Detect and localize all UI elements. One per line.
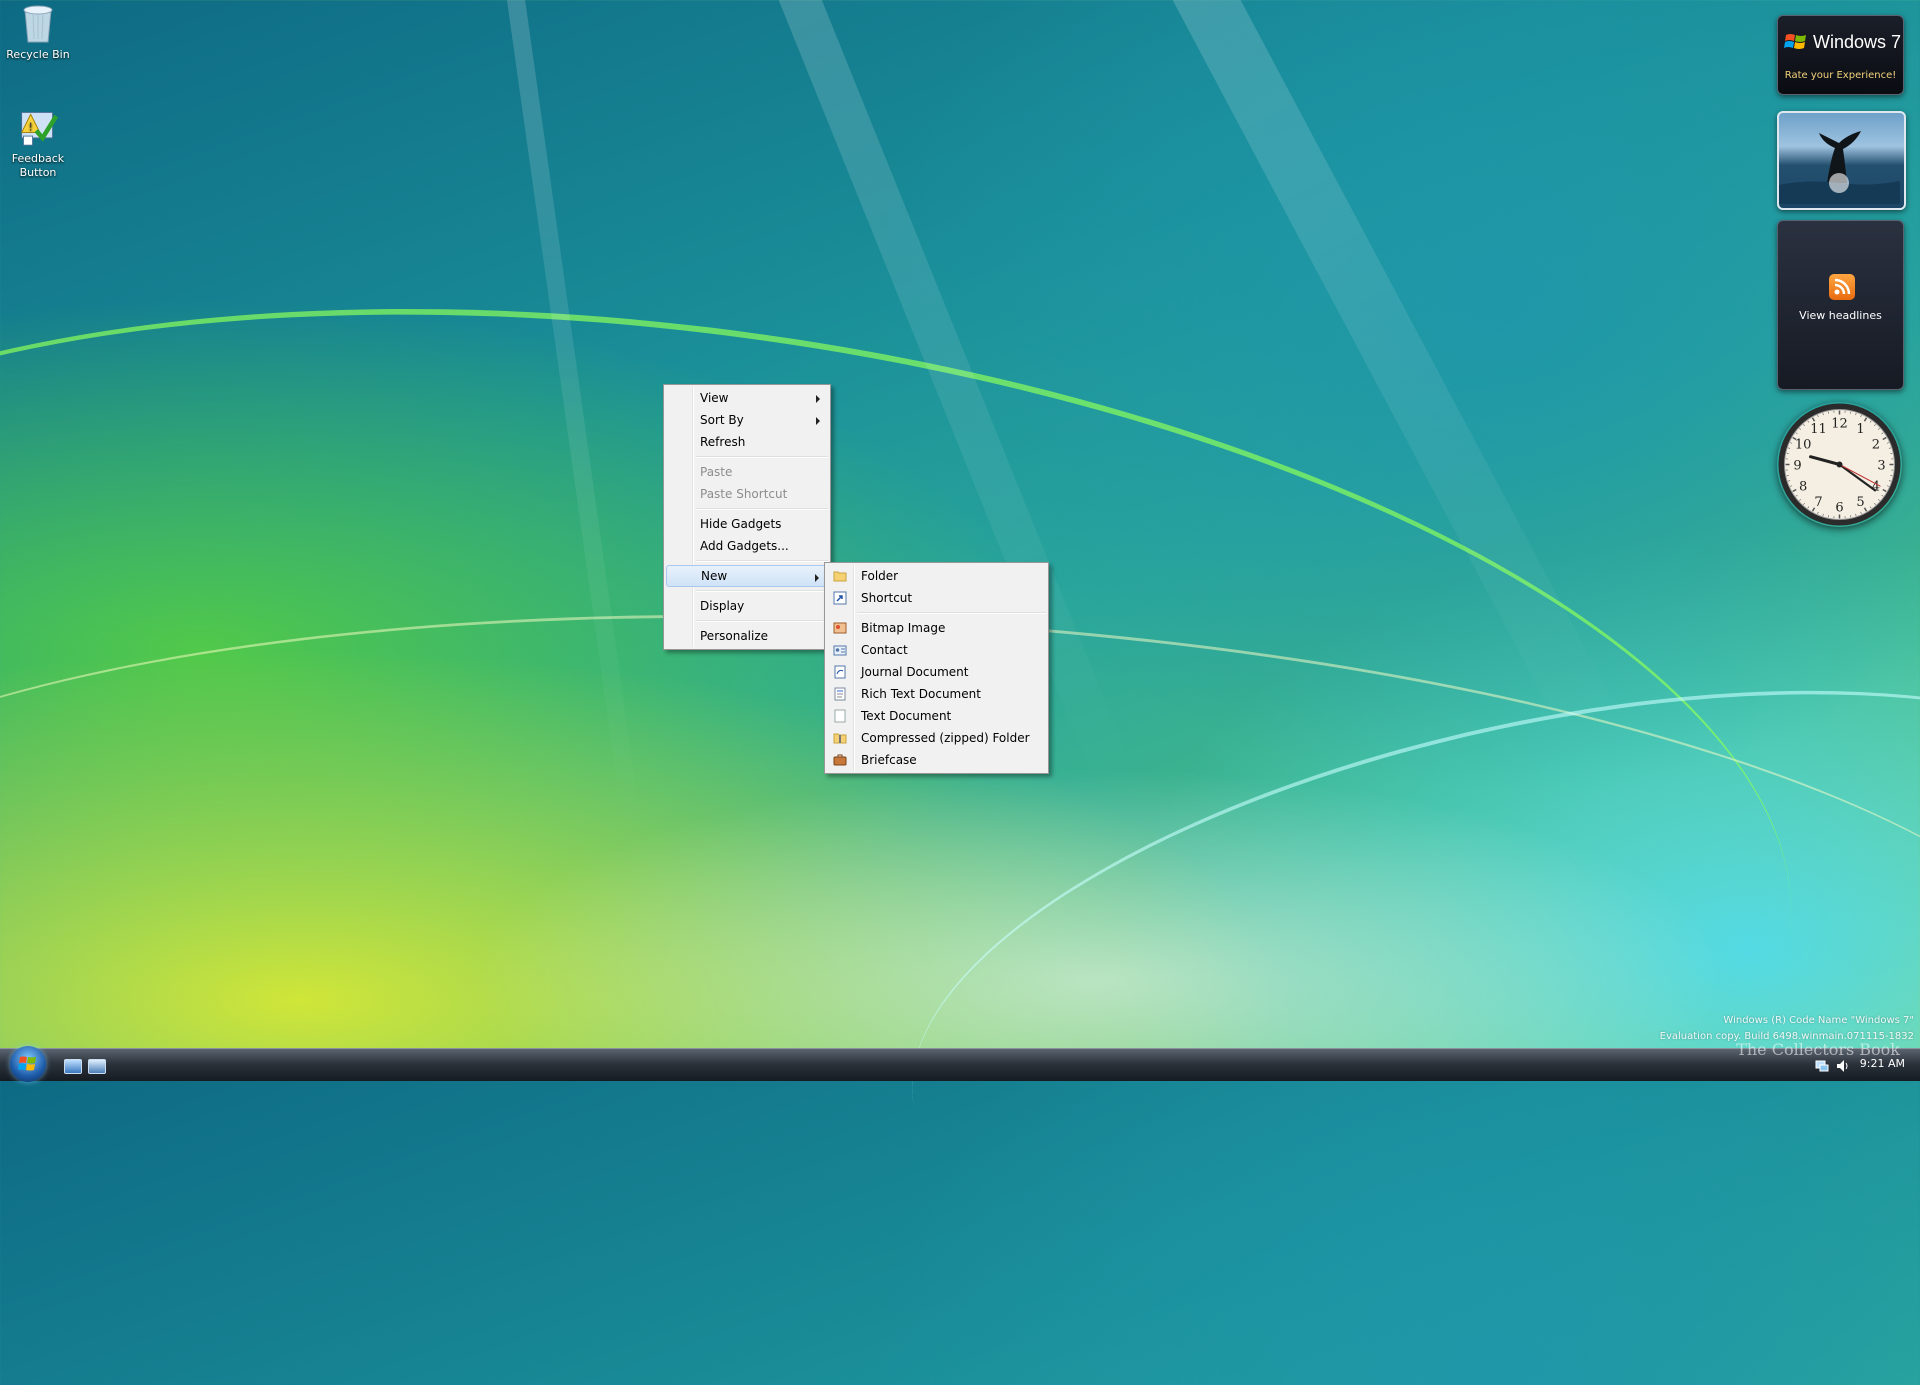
rich-text-icon (833, 687, 847, 701)
show-desktop-icon[interactable] (64, 1059, 82, 1074)
menu-item-paste-shortcut[interactable]: Paste Shortcut (666, 483, 828, 505)
menu-item-label: Personalize (700, 629, 768, 643)
new-item-journal-document[interactable]: Journal Document (827, 661, 1046, 683)
windows-flag-icon (1784, 30, 1808, 54)
new-item-bitmap-image[interactable]: Bitmap Image (827, 617, 1046, 639)
briefcase-icon (833, 753, 847, 767)
menu-separator (696, 560, 828, 562)
new-submenu: Folder Shortcut Bitmap Image Contact Journal… (824, 562, 1049, 774)
start-button[interactable] (10, 1046, 46, 1082)
menu-item-sort-by[interactable]: Sort By (666, 409, 828, 431)
new-item-briefcase[interactable]: Briefcase (827, 749, 1046, 771)
taskbar-clock[interactable]: 9:21 AM (1860, 1057, 1905, 1070)
menu-item-label: Add Gadgets... (700, 539, 789, 553)
menu-separator (857, 612, 1046, 614)
menu-item-label: Refresh (700, 435, 745, 449)
new-item-rich-text-document[interactable]: Rich Text Document (827, 683, 1046, 705)
menu-separator (696, 620, 828, 622)
menu-item-label: Text Document (861, 709, 951, 723)
clock-numeral: 9 (1793, 459, 1801, 474)
menu-item-view[interactable]: View (666, 387, 828, 409)
menu-item-label: Display (700, 599, 744, 613)
clock-center (1837, 462, 1843, 468)
zip-folder-icon (833, 731, 847, 745)
svg-text:!: ! (29, 121, 33, 134)
menu-separator (696, 508, 828, 510)
whale-tail-image (1779, 113, 1900, 204)
clock-numeral: 10 (1795, 438, 1812, 453)
slideshow-gadget[interactable] (1777, 111, 1906, 210)
gadget-subtitle[interactable]: Rate your Experience! (1778, 70, 1903, 81)
view-headlines-label[interactable]: View headlines (1778, 309, 1903, 322)
bitmap-icon (833, 621, 847, 635)
new-item-text-document[interactable]: Text Document (827, 705, 1046, 727)
menu-item-label: Paste (700, 465, 732, 479)
menu-item-label: Compressed (zipped) Folder (861, 731, 1030, 745)
menu-item-label: Contact (861, 643, 908, 657)
menu-item-label: New (701, 569, 727, 583)
gadget-title: Windows 7 (1813, 32, 1901, 53)
menu-item-label: Folder (861, 569, 898, 583)
new-item-contact[interactable]: Contact (827, 639, 1046, 661)
menu-item-display[interactable]: Display (666, 595, 828, 617)
network-icon[interactable] (1815, 1059, 1829, 1073)
text-document-icon (833, 709, 847, 723)
menu-item-label: Bitmap Image (861, 621, 945, 635)
new-item-shortcut[interactable]: Shortcut (827, 587, 1046, 609)
analog-clock: 121234567891011 (1777, 402, 1902, 527)
clock-numeral: 7 (1814, 495, 1822, 510)
clock-numeral: 12 (1831, 417, 1848, 432)
clock-numeral: 6 (1835, 501, 1843, 516)
volume-icon[interactable] (1835, 1058, 1851, 1074)
desktop-icon-label: Recycle Bin (1, 48, 75, 62)
clock-numeral: 8 (1799, 480, 1807, 495)
build-watermark-line1: Windows (R) Code Name "Windows 7" (1723, 1015, 1914, 1026)
menu-separator (696, 590, 828, 592)
clock-numeral: 2 (1872, 438, 1880, 453)
recycle-bin-icon (18, 2, 58, 44)
windows-flag-icon (10, 1046, 46, 1082)
desktop-context-menu: View Sort By Refresh Paste Paste Shortcut Hid… (663, 384, 831, 650)
clock-numeral: 11 (1810, 422, 1827, 437)
menu-item-hide-gadgets[interactable]: Hide Gadgets (666, 513, 828, 535)
menu-item-label: Sort By (700, 413, 744, 427)
clock-numeral: 1 (1856, 422, 1864, 437)
menu-item-paste[interactable]: Paste (666, 461, 828, 483)
desktop-icon-recycle-bin[interactable]: Recycle Bin (1, 2, 75, 62)
rss-icon (1829, 274, 1855, 300)
wallpaper-ray (1154, 0, 1630, 759)
feed-headlines-gadget[interactable]: View headlines (1777, 220, 1904, 390)
taskbar (0, 1048, 1920, 1081)
journal-icon (833, 665, 847, 679)
clock-numeral: 3 (1877, 459, 1885, 474)
menu-separator (696, 456, 828, 458)
wallpaper-ray (500, 0, 643, 842)
menu-item-label: Shortcut (861, 591, 912, 605)
menu-item-label: Journal Document (861, 665, 968, 679)
menu-item-label: Paste Shortcut (700, 487, 787, 501)
switch-windows-icon[interactable] (88, 1059, 106, 1074)
desktop-icon-label: Feedback Button (1, 152, 75, 180)
new-item-folder[interactable]: Folder (827, 565, 1046, 587)
contact-icon (833, 643, 847, 657)
menu-item-label: Briefcase (861, 753, 917, 767)
menu-item-label: Hide Gadgets (700, 517, 781, 531)
submenu-arrow-icon (815, 574, 819, 582)
desktop-icon-feedback[interactable]: ! Feedback Button (1, 106, 75, 180)
menu-item-new[interactable]: New (666, 565, 828, 587)
folder-icon (833, 569, 847, 583)
clock-gadget[interactable]: 121234567891011 (1777, 402, 1902, 527)
new-item-compressed-zipped-folder[interactable]: Compressed (zipped) Folder (827, 727, 1046, 749)
submenu-arrow-icon (816, 395, 820, 403)
feedback-icon: ! (18, 106, 58, 148)
menu-item-label: View (700, 391, 728, 405)
menu-item-label: Rich Text Document (861, 687, 981, 701)
clock-numeral: 5 (1856, 495, 1864, 510)
menu-item-personalize[interactable]: Personalize (666, 625, 828, 647)
menu-item-add-gadgets[interactable]: Add Gadgets... (666, 535, 828, 557)
shortcut-icon (833, 591, 847, 605)
menu-item-refresh[interactable]: Refresh (666, 431, 828, 453)
windows7-gadget[interactable]: Windows 7 Rate your Experience! (1777, 15, 1904, 95)
submenu-arrow-icon (816, 417, 820, 425)
